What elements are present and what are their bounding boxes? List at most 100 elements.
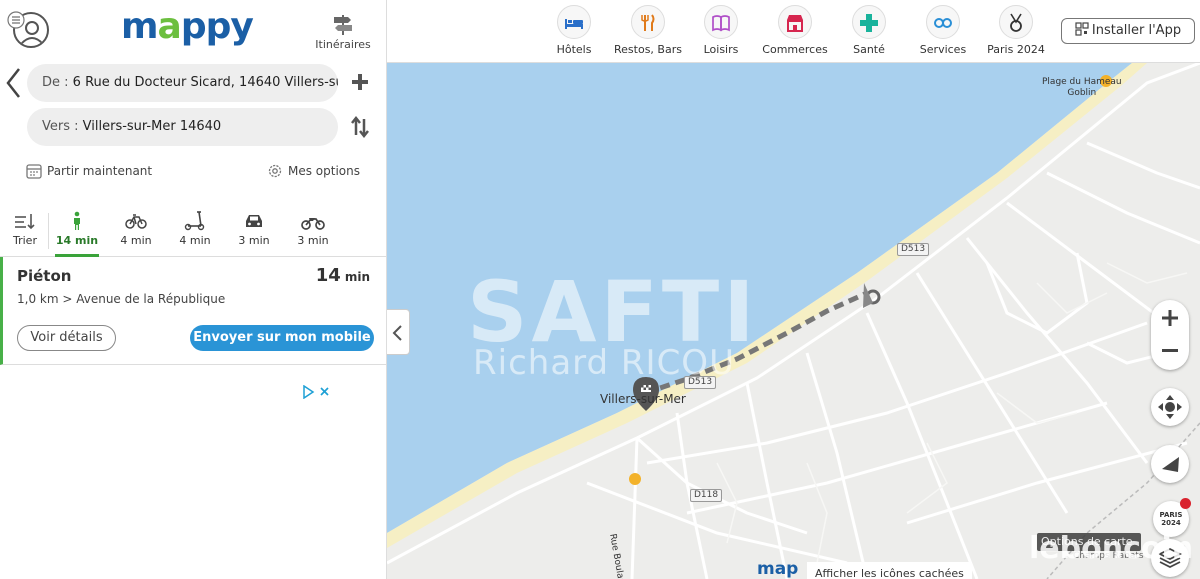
to-value: Villers-sur-Mer 14640 — [82, 119, 222, 134]
map-label-town: Villers-sur-Mer — [600, 392, 686, 406]
tab-divider — [48, 213, 49, 249]
plus-icon — [1162, 310, 1178, 326]
swap-arrows-icon — [351, 115, 369, 139]
tab-bike-time: 4 min — [120, 234, 152, 247]
category-shops[interactable]: Commerces — [753, 5, 837, 56]
header: mappy Itinéraires — [0, 0, 387, 62]
book-icon — [712, 15, 730, 32]
logo-text: mappy — [121, 6, 254, 47]
show-hidden-icons-button[interactable]: Afficher les icônes cachées — [807, 562, 972, 579]
category-label: Services — [919, 43, 967, 56]
fork-knife-icon — [641, 14, 655, 31]
zoom-in-button[interactable] — [1151, 300, 1189, 335]
cross-icon — [860, 14, 878, 32]
bed-icon — [565, 19, 583, 29]
pedestrian-icon — [74, 211, 80, 230]
route-duration: 14 min — [316, 265, 370, 286]
car-icon — [246, 215, 262, 227]
send-to-mobile-button[interactable]: Envoyer sur mon mobile — [190, 325, 374, 351]
from-label: De : — [42, 75, 69, 90]
mappy-logo[interactable]: mappy — [121, 6, 254, 47]
map-label-beach: Plage du Hameau Goblin — [1042, 77, 1122, 98]
paris-badge-text: PARIS 2024 — [1159, 511, 1183, 527]
zoom-controls — [1151, 300, 1189, 370]
gear-icon — [268, 164, 282, 178]
chevron-left-icon — [392, 325, 402, 341]
tab-scooter-time: 4 min — [179, 234, 211, 247]
back-button[interactable] — [4, 66, 24, 100]
collapse-panel-button[interactable] — [387, 309, 410, 355]
tab-sort[interactable]: Trier — [0, 205, 50, 257]
tab-car[interactable]: 3 min — [229, 205, 279, 257]
category-label: Restos, Bars — [614, 43, 682, 56]
tab-car-time: 3 min — [238, 234, 270, 247]
category-label: Hôtels — [556, 43, 592, 56]
locate-button[interactable] — [1151, 388, 1189, 426]
category-bar: Hôtels Restos, Bars Loisirs Commerces Sa… — [387, 0, 1200, 63]
route-duration-unit: min — [344, 270, 370, 284]
swap-button[interactable] — [350, 115, 370, 139]
orientation-button[interactable] — [1151, 445, 1189, 483]
tab-sort-label: Trier — [13, 234, 37, 247]
road-shield-d118: D118 — [690, 489, 723, 502]
itineraries-button[interactable]: Itinéraires — [313, 14, 373, 51]
depart-now-button[interactable]: Partir maintenant — [26, 161, 152, 181]
tab-motorbike-time: 3 min — [297, 234, 329, 247]
medal-icon — [1010, 13, 1022, 32]
sort-icon — [15, 214, 35, 230]
menu-icon[interactable] — [7, 11, 27, 31]
services-icon — [934, 18, 952, 28]
plus-icon — [352, 74, 368, 90]
qr-code-icon — [1075, 22, 1089, 36]
itineraries-label: Itinéraires — [315, 38, 371, 51]
calendar-icon — [26, 164, 42, 179]
chevron-left-icon — [6, 68, 20, 98]
depart-now-label: Partir maintenant — [47, 164, 153, 178]
road-shield-d513: D513 — [897, 243, 930, 256]
route-mode: Piéton — [17, 267, 72, 285]
from-value: 6 Rue du Docteur Sicard, 14640 Villers-s… — [72, 75, 338, 90]
route-summary: 1,0 km > Avenue de la République — [17, 292, 226, 306]
tab-motorbike[interactable]: 3 min — [288, 205, 338, 257]
bike-icon — [125, 214, 147, 229]
category-restos-bars[interactable]: Restos, Bars — [606, 5, 690, 56]
to-field[interactable]: Vers : Villers-sur-Mer 14640 — [27, 108, 338, 146]
tab-walk-time: 14 min — [55, 234, 99, 247]
leboncoin-watermark: leboncoin — [1029, 531, 1194, 566]
category-health[interactable]: Santé — [827, 5, 911, 56]
motorbike-icon — [301, 218, 325, 230]
town-poi-icon — [629, 473, 641, 485]
map-view[interactable]: SAFTI Richard RICOU Plage du Hameau Gobl… — [387, 63, 1200, 579]
compass-icon — [1162, 457, 1179, 472]
category-label: Santé — [853, 43, 885, 56]
tab-scooter[interactable]: 4 min — [170, 205, 220, 257]
install-app-button[interactable]: Installer l'App — [1061, 18, 1195, 44]
tab-walk[interactable]: 14 min — [55, 205, 99, 257]
view-details-button[interactable]: Voir détails — [17, 325, 116, 351]
to-label: Vers : — [42, 119, 79, 134]
shop-icon — [787, 15, 803, 32]
category-leisure[interactable]: Loisirs — [679, 5, 763, 56]
category-label: Paris 2024 — [987, 43, 1045, 56]
options-button[interactable]: Mes options — [267, 161, 360, 181]
route-duration-value: 14 — [315, 265, 341, 286]
notification-dot — [1180, 498, 1191, 509]
from-field[interactable]: De : 6 Rue du Docteur Sicard, 14640 Vill… — [27, 64, 338, 102]
route-result-card[interactable]: Piéton 14 min 1,0 km > Avenue de la Répub… — [0, 257, 387, 365]
add-step-button[interactable] — [350, 72, 370, 92]
category-paris-2024[interactable]: Paris 2024 — [974, 5, 1058, 56]
tab-bike[interactable]: 4 min — [111, 205, 161, 257]
category-label: Commerces — [762, 43, 828, 56]
left-panel: mappy Itinéraires De : 6 Rue du Docteur … — [0, 0, 387, 579]
category-services[interactable]: Services — [901, 5, 985, 56]
category-hotels[interactable]: Hôtels — [532, 5, 616, 56]
pan-arrows-icon — [1158, 395, 1182, 419]
scooter-icon — [184, 211, 205, 231]
ad-choices-icon[interactable] — [302, 384, 332, 400]
road-shield-d513: D513 — [684, 376, 717, 389]
install-app-label: Installer l'App — [1091, 23, 1182, 38]
category-label: Loisirs — [703, 43, 739, 56]
minus-icon — [1162, 349, 1178, 352]
map-logo: map — [757, 559, 799, 579]
zoom-out-button[interactable] — [1151, 335, 1189, 370]
